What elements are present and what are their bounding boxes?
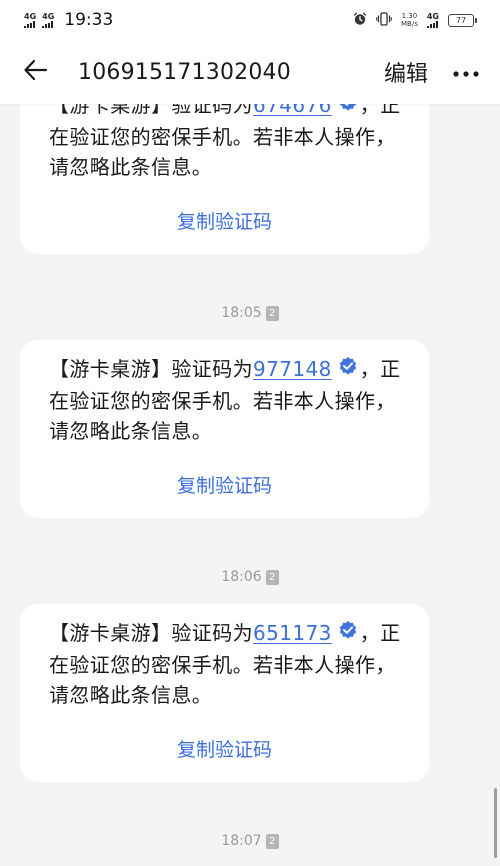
scrollbar[interactable] (494, 788, 497, 858)
timestamp-time: 18:05 (221, 305, 262, 321)
hd-signal-icon: 4G (426, 12, 439, 28)
verified-badge-icon (338, 354, 358, 384)
signal-strength-icon: 4G (42, 12, 54, 28)
app-header: 106915171302040 编辑 (0, 40, 500, 104)
sim-card-icon: 2 (265, 569, 279, 585)
verification-code-link[interactable]: 651173 (253, 621, 332, 645)
battery-icon: 77 (448, 13, 477, 27)
message-prefix: 【游卡桌游】验证码为 (49, 357, 253, 381)
message-list[interactable]: 【游卡桌游】验证码为674676 ，正在验证您的密保手机。若非本人操作，请忽略此条… (0, 0, 500, 866)
vibrate-icon (376, 11, 392, 29)
message-text: 【游卡桌游】验证码为977148 ，正在验证您的密保手机。若非本人操作，请忽略此条… (49, 354, 409, 446)
status-left: 4G 4G 19:33 (24, 10, 113, 30)
more-icon (452, 63, 480, 82)
message-prefix: 【游卡桌游】验证码为 (49, 621, 253, 645)
message-bubble[interactable]: 【游卡桌游】验证码为651173 ，正在验证您的密保手机。若非本人操作，请忽略此条… (20, 604, 429, 782)
sender-number: 106915171302040 (78, 59, 291, 85)
copy-code-button[interactable]: 复制验证码 (20, 471, 429, 498)
status-bar: 4G 4G 19:33 1.30 MB/s 4G 77 (0, 0, 500, 40)
status-time: 19:33 (64, 10, 114, 30)
message-timestamp: 18:05 2 (0, 305, 500, 321)
message-text: 【游卡桌游】验证码为651173 ，正在验证您的密保手机。若非本人操作，请忽略此条… (49, 618, 409, 710)
timestamp-time: 18:07 (221, 833, 262, 849)
timestamp-time: 18:06 (221, 569, 262, 585)
more-options-button[interactable] (452, 58, 480, 86)
message-timestamp: 18:07 2 (0, 833, 500, 849)
edit-button[interactable]: 编辑 (384, 56, 428, 88)
verified-badge-icon (338, 618, 358, 648)
sim-card-icon: 2 (265, 305, 279, 321)
message-bubble[interactable]: 【游卡桌游】验证码为977148 ，正在验证您的密保手机。若非本人操作，请忽略此条… (20, 340, 429, 518)
sim-card-icon: 2 (265, 833, 279, 849)
message-timestamp: 18:06 2 (0, 569, 500, 585)
copy-code-button[interactable]: 复制验证码 (20, 207, 429, 234)
status-right: 1.30 MB/s 4G 77 (353, 11, 477, 29)
network-speed: 1.30 MB/s (401, 12, 418, 28)
back-arrow-icon (22, 56, 50, 88)
alarm-icon (353, 12, 367, 29)
back-button[interactable] (20, 56, 52, 88)
copy-code-button[interactable]: 复制验证码 (20, 735, 429, 762)
signal-strength-icon: 4G (24, 12, 36, 28)
verification-code-link[interactable]: 977148 (253, 357, 332, 381)
